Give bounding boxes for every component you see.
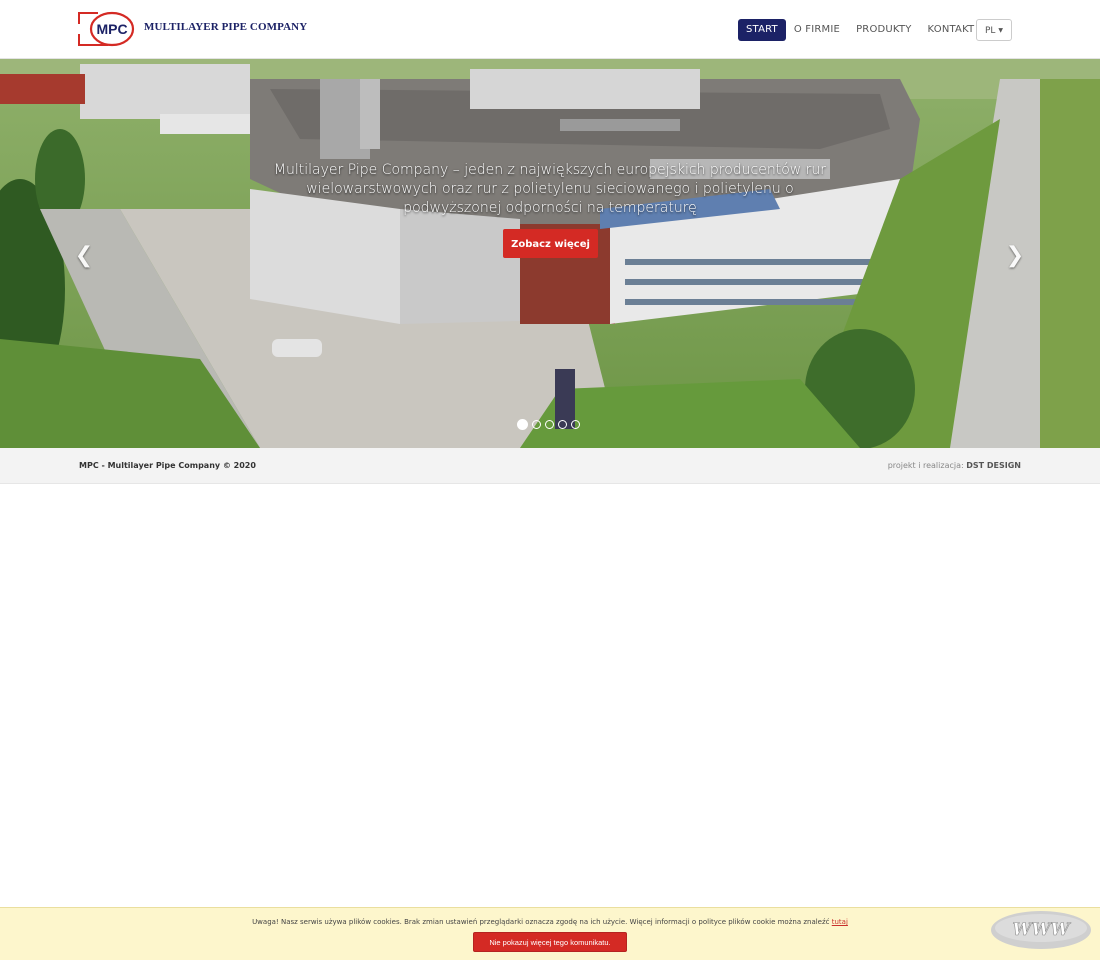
see-more-button[interactable]: Zobacz więcej [503,229,598,258]
badge-text: WWW [1012,920,1071,940]
www-badge-icon[interactable]: WWW [989,909,1093,951]
navbar: MPC MULTILAYER PIPE COMPANY START O FIRM… [0,0,1100,59]
nav-item-produkty[interactable]: PRODUKTY [848,19,919,41]
hero-carousel: Multilayer Pipe Company – jeden z najwię… [0,59,1100,448]
footer: MPC - Multilayer Pipe Company © 2020 pro… [0,448,1100,484]
carousel-dot-1[interactable] [517,419,528,430]
mpc-logo: MPC [78,11,135,47]
main-nav: START O FIRMIE PRODUKTY KONTAKT [738,19,982,41]
chevron-right-icon[interactable]: ❯ [1003,244,1027,268]
cookie-policy-link[interactable]: tutaj [832,918,848,926]
nav-item-o-firmie[interactable]: O FIRMIE [786,19,848,41]
cookie-bar: Uwaga! Nasz serwis używa plików cookies.… [0,907,1100,960]
hero-caption: Multilayer Pipe Company – jeden z najwię… [273,162,827,216]
carousel-dot-5[interactable] [571,420,580,429]
logo-text: MPC [96,21,127,37]
brand-link[interactable]: MPC MULTILAYER PIPE COMPANY [78,10,307,48]
dismiss-cookie-button[interactable]: Nie pokazuj więcej tego komunikatu. [473,932,627,952]
cookie-message-line: Uwaga! Nasz serwis używa plików cookies.… [0,918,1100,926]
nav-item-kontakt[interactable]: KONTAKT [920,19,983,41]
cookie-message: Uwaga! Nasz serwis używa plików cookies.… [252,918,830,926]
nav-item-start[interactable]: START [738,19,786,41]
copyright-text: MPC - Multilayer Pipe Company © 2020 [79,461,256,470]
credits-prefix: projekt i realizacja: [887,461,964,470]
brand-name: MULTILAYER PIPE COMPANY [144,21,308,33]
caret-down-icon: ▼ [998,27,1004,34]
chevron-left-icon[interactable]: ❮ [72,244,96,268]
credits: projekt i realizacja: DST DESIGN [888,461,1021,470]
carousel-dot-4[interactable] [558,420,567,429]
carousel-indicators [517,419,584,430]
carousel-dot-2[interactable] [532,420,541,429]
language-label: PL [984,26,996,36]
credits-link[interactable]: DST DESIGN [966,461,1021,470]
carousel-dot-3[interactable] [545,420,554,429]
language-dropdown[interactable]: PL ▼ [976,19,1012,41]
